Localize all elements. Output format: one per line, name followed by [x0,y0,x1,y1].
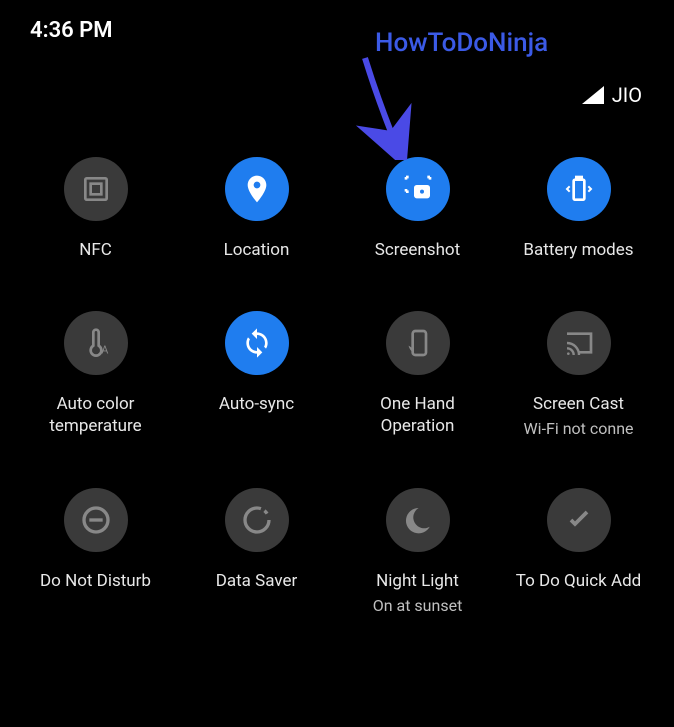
tile-night-light[interactable]: Night Light On at sunset [342,488,493,615]
tile-screenshot[interactable]: Screenshot [342,157,493,261]
tile-label: Auto-sync [219,393,294,415]
carrier-label: JIO [612,83,642,107]
tile-label: To Do Quick Add [516,570,642,592]
tile-label: Battery modes [523,239,633,261]
tile-label: Do Not Disturb [40,570,151,592]
tile-label: Screenshot [375,239,460,261]
tile-label: Data Saver [216,570,298,592]
tile-label: Auto color temperature [20,393,171,437]
auto-color-icon: A [64,311,128,375]
dnd-icon [64,488,128,552]
annotation-label: HowToDoNinja [375,28,548,58]
tile-todo-quick-add[interactable]: To Do Quick Add [503,488,654,615]
status-bar: 4:36 PM [0,0,674,53]
screenshot-icon [386,157,450,221]
tile-auto-color-temperature[interactable]: A Auto color temperature [20,311,171,438]
tile-sublabel: Wi-Fi not conne [523,419,633,438]
tile-data-saver[interactable]: Data Saver [181,488,332,615]
todo-icon [547,488,611,552]
tile-sublabel: On at sunset [373,596,463,615]
tile-label: One Hand Operation [342,393,493,437]
signal-icon [582,86,604,104]
network-status: JIO [0,53,674,127]
svg-text:A: A [101,344,108,357]
tile-one-hand-operation[interactable]: One Hand Operation [342,311,493,438]
cast-icon [547,311,611,375]
nightlight-icon [386,488,450,552]
autosync-icon [225,311,289,375]
tile-label: NFC [79,239,112,261]
nfc-icon [64,157,128,221]
tile-battery-modes[interactable]: Battery modes [503,157,654,261]
location-icon [225,157,289,221]
tile-location[interactable]: Location [181,157,332,261]
onehand-icon [386,311,450,375]
battery-icon [547,157,611,221]
clock-time: 4:36 PM [30,18,113,43]
quick-settings-grid: NFC Location Screenshot Battery [0,127,674,635]
tile-nfc[interactable]: NFC [20,157,171,261]
datasaver-icon [225,488,289,552]
tile-do-not-disturb[interactable]: Do Not Disturb [20,488,171,615]
tile-label: Screen Cast [533,393,624,415]
tile-auto-sync[interactable]: Auto-sync [181,311,332,438]
tile-label: Night Light [376,570,459,592]
tile-label: Location [224,239,290,261]
tile-screen-cast[interactable]: Screen Cast Wi-Fi not conne [503,311,654,438]
